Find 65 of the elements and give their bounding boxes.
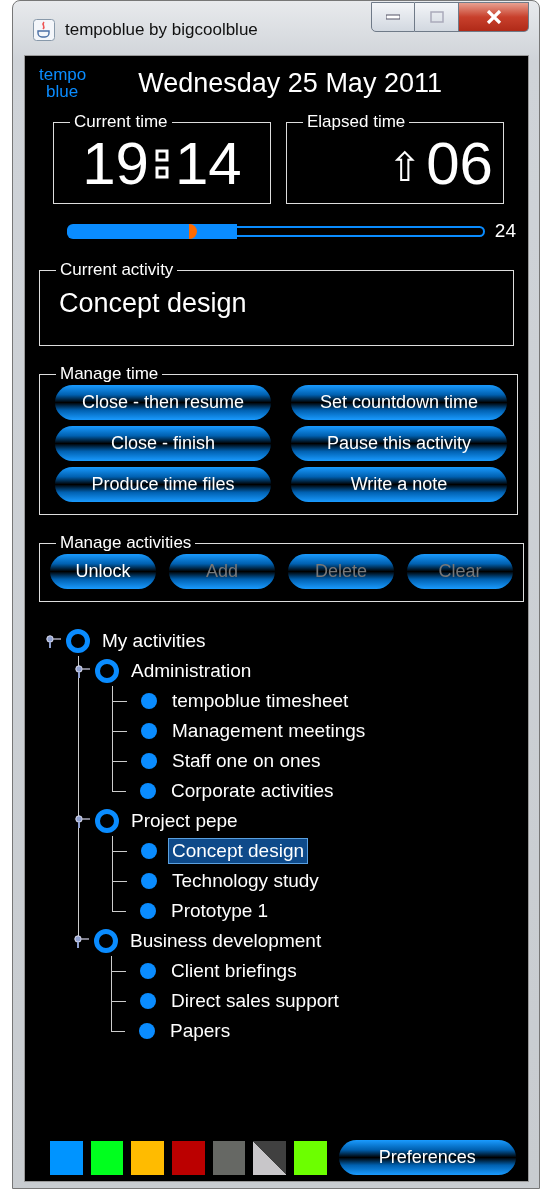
activity-dot-icon: [141, 723, 157, 739]
activity-dot-icon: [140, 783, 156, 799]
tree-item[interactable]: Concept design: [169, 839, 308, 863]
clock-digits: 14: [175, 134, 242, 194]
tree-item[interactable]: tempoblue timesheet: [169, 689, 352, 713]
activity-dot-icon: [141, 873, 157, 889]
tree-item[interactable]: Administration: [128, 659, 255, 683]
activity-dot-icon: [141, 753, 157, 769]
progress-reading: 24: [494, 220, 516, 242]
color-swatch[interactable]: [131, 1140, 164, 1175]
maximize-button[interactable]: [415, 2, 459, 32]
preferences-button[interactable]: Preferences: [338, 1140, 516, 1175]
logo-text: blue: [46, 83, 79, 100]
action-button[interactable]: Close - finish: [55, 426, 271, 461]
maximize-icon: [429, 11, 444, 23]
folder-ring-icon: [93, 928, 119, 954]
clock-digits: 19: [82, 134, 149, 194]
tree-item[interactable]: Direct sales support: [168, 989, 342, 1013]
activity-dot-icon: [139, 1023, 155, 1039]
box-title: Elapsed time: [306, 112, 407, 132]
up-arrow-glyph: ⇧: [388, 147, 423, 187]
tree-item[interactable]: Business development: [127, 929, 325, 953]
tree-item[interactable]: Prototype 1: [168, 899, 272, 923]
color-swatch[interactable]: [50, 1140, 83, 1175]
color-swatch[interactable]: [212, 1140, 246, 1175]
tree-item[interactable]: My activities: [99, 629, 209, 653]
tree-item[interactable]: Staff one on ones: [169, 749, 324, 773]
activity-dot-icon: [140, 993, 156, 1009]
tree-item[interactable]: Corporate activities: [168, 779, 337, 803]
color-swatch[interactable]: [294, 1140, 327, 1175]
action-button[interactable]: Pause this activity: [291, 426, 507, 461]
tree-item[interactable]: Papers: [167, 1019, 234, 1043]
folder-ring-icon: [94, 658, 120, 684]
minimize-button[interactable]: [371, 2, 415, 32]
action-button[interactable]: Write a note: [291, 467, 507, 502]
folder-ring-icon: [94, 808, 120, 834]
box-title: Current time: [73, 112, 169, 132]
logo-text: tempo: [39, 66, 87, 83]
action-button[interactable]: Set countdown time: [291, 385, 507, 420]
activity-dot-icon: [140, 903, 156, 919]
tree-item[interactable]: Project pepe: [128, 809, 241, 833]
box-title: Manage time: [59, 364, 160, 384]
tree-item[interactable]: Client briefings: [168, 959, 300, 983]
activity-dot-icon: [140, 963, 156, 979]
action-button[interactable]: Produce time files: [55, 467, 271, 502]
tree-item[interactable]: Management meetings: [169, 719, 369, 743]
activity-dot-icon: [141, 843, 157, 859]
close-button[interactable]: [459, 2, 529, 32]
window-title: tempoblue by bigcoolblue: [65, 20, 258, 40]
action-button[interactable]: Close - then resume: [55, 385, 271, 420]
folder-ring-icon: [65, 628, 91, 654]
box-title: Current activity: [59, 260, 175, 280]
current-activity-name: Concept design: [59, 288, 248, 319]
tree-item[interactable]: Technology study: [169, 869, 322, 893]
coffee-cup-icon: [33, 19, 55, 41]
action-button[interactable]: Unlock: [50, 554, 156, 589]
color-swatch[interactable]: [90, 1140, 124, 1175]
color-swatch[interactable]: [253, 1140, 287, 1175]
elapsed-digits: 06: [426, 134, 493, 194]
close-icon: [485, 10, 502, 24]
color-swatch[interactable]: [172, 1140, 205, 1175]
box-title: Manage activities: [59, 533, 193, 553]
minimize-icon: [386, 14, 400, 20]
activity-dot-icon: [141, 693, 157, 709]
date-heading: Wednesday 25 May 2011: [138, 68, 442, 99]
